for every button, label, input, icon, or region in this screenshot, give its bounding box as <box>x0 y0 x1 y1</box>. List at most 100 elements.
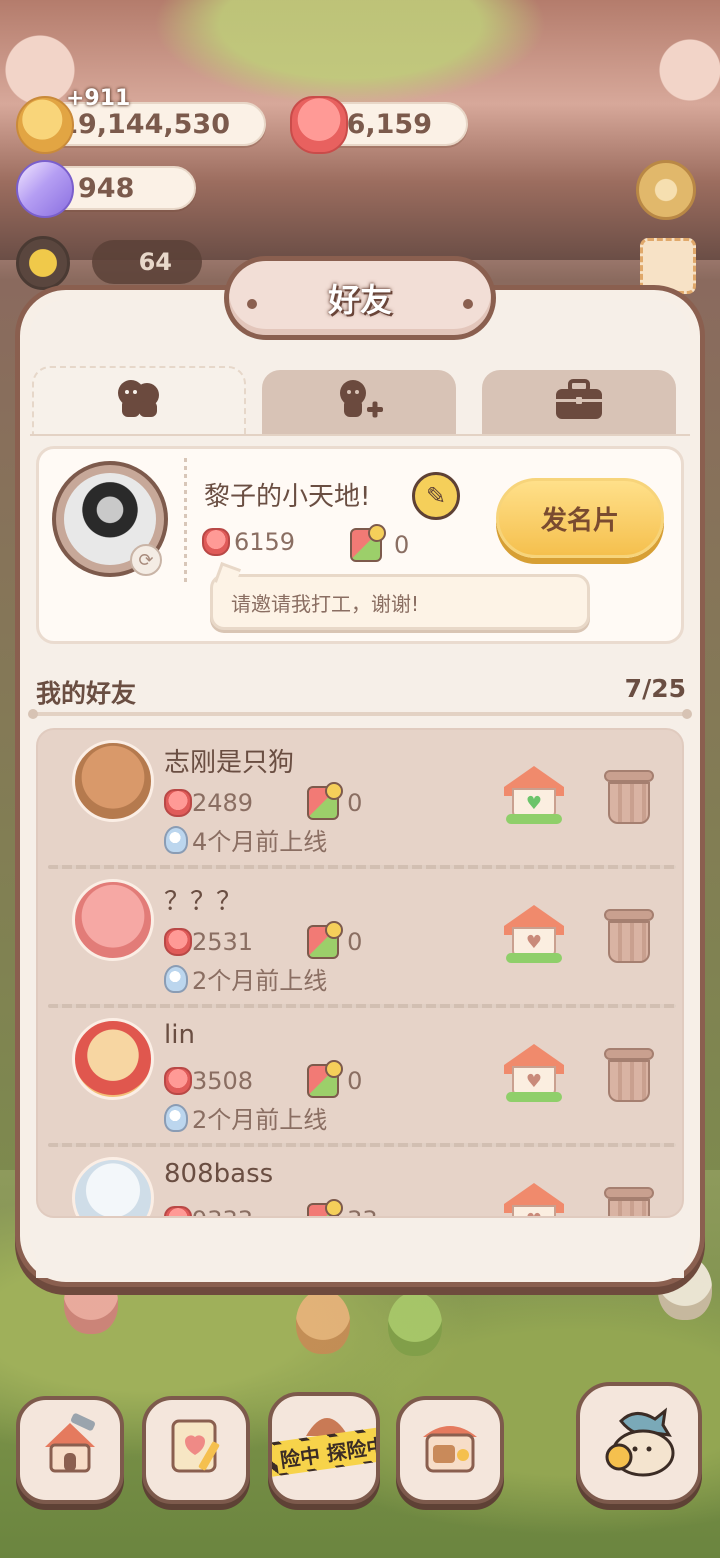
friend-avatar[interactable] <box>72 879 154 961</box>
side-counter-value: 64 <box>138 248 172 276</box>
cookie-character <box>388 1292 442 1356</box>
friends-section-title: 我的好友 <box>36 679 137 708</box>
crystal-counter[interactable]: 948 <box>16 160 196 218</box>
sun-icon[interactable] <box>16 236 70 290</box>
likes-card-icon <box>307 782 344 820</box>
my-likes-stat: 0 <box>350 524 410 562</box>
likes-card-icon <box>307 921 344 959</box>
friend-list[interactable]: 志刚是只狗 2489 0 4个月前上线 ♥ ？？？ 2531 0 2个月前上线 … <box>36 728 684 1218</box>
friend-last-online: 2个月前上线 <box>164 1100 327 1135</box>
friend-name: 志刚是只狗 <box>164 748 295 778</box>
friend-row[interactable]: ？？？ 2531 0 2个月前上线 ♥ <box>38 869 682 1008</box>
refresh-avatar-icon[interactable]: ⟳ <box>130 544 162 576</box>
friend-avatar[interactable] <box>72 1018 154 1100</box>
delete-friend-trash-icon[interactable] <box>604 909 654 965</box>
trash-lid <box>604 1048 654 1060</box>
house-base <box>506 953 562 963</box>
friend-avatar[interactable] <box>72 740 154 822</box>
plaque-rivet <box>463 299 473 309</box>
settings-gear-icon[interactable] <box>636 160 696 220</box>
trash-body <box>608 782 650 824</box>
visit-house-button[interactable]: ♥ <box>504 1044 564 1104</box>
friend-name: ？？？ <box>164 887 243 917</box>
briefcase-icon <box>554 378 604 428</box>
tab-inventory[interactable] <box>482 370 676 436</box>
share-card-button[interactable]: 发名片 <box>496 478 664 558</box>
jelly-icon <box>164 1067 192 1095</box>
my-jelly-value: 6159 <box>234 528 296 556</box>
friend-jelly: 9333 <box>192 1206 253 1216</box>
friend-jelly: 3508 <box>192 1067 254 1095</box>
friend-last-online: 4个月前上线 <box>164 822 327 857</box>
jelly-icon <box>290 96 348 154</box>
fish-cookie-icon <box>591 1391 687 1495</box>
profile-divider <box>184 458 187 584</box>
tab-friends[interactable] <box>32 366 246 436</box>
my-likes-value: 0 <box>394 531 410 559</box>
visit-house-button[interactable]: ♥ <box>504 766 564 826</box>
dialog-footer <box>36 1218 684 1278</box>
trash-body <box>608 1060 650 1102</box>
friend-avatar[interactable] <box>72 1157 154 1216</box>
friend-stats: 2531 0 <box>164 921 362 959</box>
delete-friend-trash-icon[interactable] <box>604 770 654 826</box>
jelly-icon <box>164 928 192 956</box>
friend-name: 808bass <box>164 1159 274 1189</box>
tab-underline <box>30 434 690 436</box>
trash-lid <box>604 1187 654 1199</box>
tab-add-friend[interactable] <box>262 370 456 436</box>
friend-stats: 3508 0 <box>164 1060 363 1098</box>
friend-likes: 0 <box>347 1067 363 1095</box>
friend-jelly: 2531 <box>192 928 254 956</box>
trash-lid <box>604 770 654 782</box>
dialog-title-plaque: 好友 <box>224 256 496 340</box>
motto-bubble[interactable]: 请邀请我打工，谢谢! <box>210 574 590 630</box>
explore-status-label: 险中 探险中 <box>274 1428 376 1474</box>
friend-stats: 2489 0 <box>164 782 362 820</box>
house-base <box>506 1092 562 1102</box>
jelly-icon <box>164 1206 192 1216</box>
fish-cookie-button[interactable] <box>576 1382 702 1504</box>
visit-house-button[interactable]: ♥ <box>504 905 564 965</box>
visit-house-button[interactable]: ♥ <box>504 1183 564 1216</box>
build-button[interactable] <box>16 1396 124 1504</box>
jelly-icon <box>164 789 192 817</box>
friend-jelly: 2489 <box>192 789 254 817</box>
jelly-amount: 6,159 <box>346 108 432 140</box>
section-divider <box>28 709 692 719</box>
coin-counter[interactable]: 19,144,530 <box>16 96 266 154</box>
last-online-text: 2个月前上线 <box>192 967 328 995</box>
jelly-counter[interactable]: 6,159 <box>290 96 468 154</box>
delete-friend-trash-icon[interactable] <box>604 1048 654 1104</box>
lightbulb-icon <box>164 1103 188 1132</box>
likes-card-icon <box>307 1199 344 1216</box>
journal-button[interactable] <box>142 1396 250 1504</box>
friend-row[interactable]: 志刚是只狗 2489 0 4个月前上线 ♥ <box>38 730 682 869</box>
trash-body <box>608 1199 650 1216</box>
likes-card-icon <box>307 1060 344 1098</box>
edit-name-pencil-icon[interactable]: ✎ <box>412 472 460 520</box>
build-icon <box>35 1411 105 1489</box>
last-online-text: 2个月前上线 <box>192 1106 328 1134</box>
share-card-label: 发名片 <box>540 505 619 536</box>
friend-likes: 33 <box>347 1206 378 1216</box>
crystal-amount: 948 <box>78 172 135 204</box>
lightbulb-icon <box>164 825 188 854</box>
shop-icon <box>415 1411 485 1489</box>
motto-text: 请邀请我打工，谢谢! <box>231 591 420 616</box>
friend-row[interactable]: 808bass 9333 33 ♥ <box>38 1147 682 1216</box>
friend-row[interactable]: lin 3508 0 2个月前上线 ♥ <box>38 1008 682 1147</box>
plaque-rivet <box>247 299 257 309</box>
shop-button[interactable] <box>396 1396 504 1504</box>
friends-count: 7/25 <box>624 674 686 703</box>
trash-lid <box>604 909 654 921</box>
stamp-icon[interactable] <box>640 238 696 294</box>
add-friend-icon <box>333 377 385 430</box>
cookie-character <box>296 1290 350 1354</box>
explore-button[interactable]: 险中 探险中 <box>268 1392 380 1504</box>
journal-icon <box>161 1411 231 1489</box>
delete-friend-trash-icon[interactable] <box>604 1187 654 1216</box>
friend-last-online: 2个月前上线 <box>164 961 327 996</box>
house-base <box>506 814 562 824</box>
lightbulb-icon <box>164 964 188 993</box>
